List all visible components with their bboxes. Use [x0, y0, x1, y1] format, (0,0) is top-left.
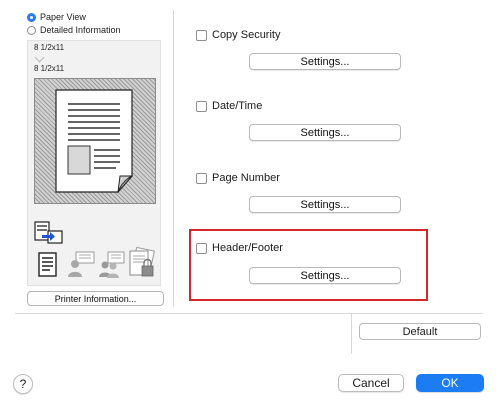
user-authentication-icon	[68, 251, 95, 277]
radio-detailed-information-label: Detailed Information	[40, 25, 121, 35]
checkbox-icon	[196, 172, 207, 184]
document-icon	[38, 252, 57, 277]
cancel-button[interactable]: Cancel	[338, 374, 404, 392]
footer-vertical-divider	[351, 314, 352, 354]
page-preview-icon	[55, 89, 134, 194]
radio-detailed-information[interactable]: Detailed Information	[27, 23, 121, 37]
radio-selected-icon	[27, 12, 36, 22]
vertical-divider	[173, 10, 174, 307]
print-to-output-icon	[34, 221, 63, 244]
paper-size-output: 8 1/2x11	[34, 64, 65, 73]
date-time-checkbox[interactable]: Date/Time	[196, 98, 262, 114]
checkbox-icon	[196, 100, 207, 112]
copy-security-checkbox[interactable]: Copy Security	[196, 27, 280, 43]
copy-security-label: Copy Security	[212, 29, 281, 41]
date-time-settings-button[interactable]: Settings...	[249, 124, 401, 141]
date-time-label: Date/Time	[212, 100, 263, 112]
checkbox-icon	[196, 29, 207, 41]
radio-paper-view[interactable]: Paper View	[27, 10, 86, 24]
copy-security-settings-button[interactable]: Settings...	[249, 53, 401, 70]
help-button[interactable]: ?	[13, 374, 33, 394]
default-button[interactable]: Default	[359, 323, 481, 340]
secure-print-icon	[129, 247, 155, 277]
page-number-settings-button[interactable]: Settings...	[249, 196, 401, 213]
radio-unselected-icon	[27, 25, 36, 35]
page-number-checkbox[interactable]: Page Number	[196, 170, 280, 186]
radio-paper-view-label: Paper View	[40, 12, 86, 22]
horizontal-divider	[15, 313, 483, 314]
ok-button[interactable]: OK	[416, 374, 484, 392]
printer-information-button[interactable]: Printer Information...	[27, 291, 164, 306]
header-footer-highlight	[189, 229, 428, 301]
account-track-icon	[99, 251, 125, 278]
page-number-label: Page Number	[212, 172, 280, 184]
paper-size-original: 8 1/2x11	[34, 43, 65, 52]
